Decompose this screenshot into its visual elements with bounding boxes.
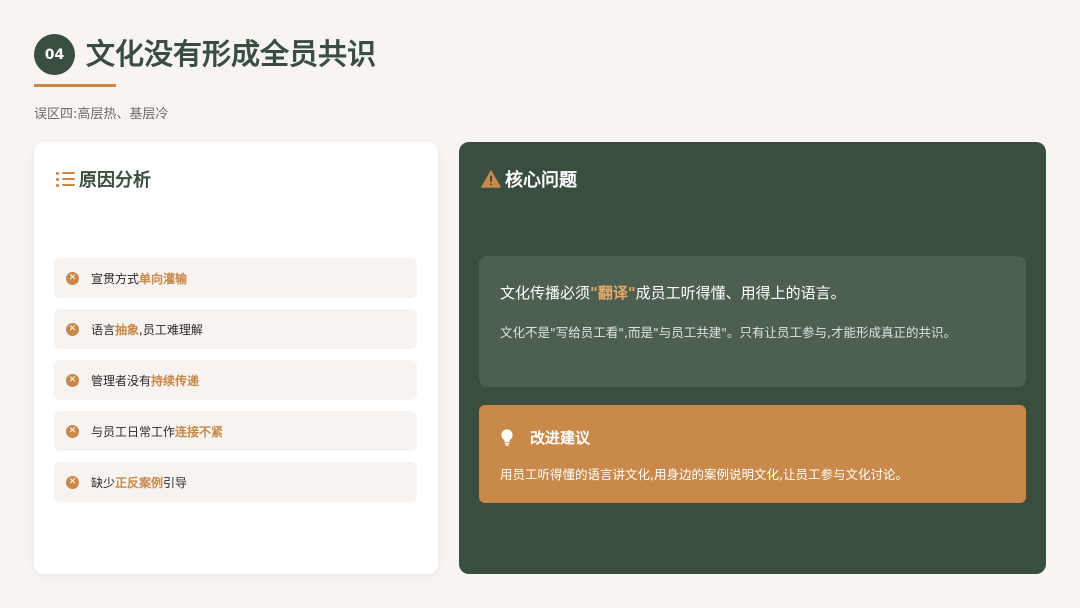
reason-text: 与员工日常工作连接不紧 [91,424,224,439]
list-icon [56,171,76,187]
close-circle-icon: ✕ [66,475,79,489]
title-underline [34,84,116,87]
list-item: ✕ 缺少正反案例引导 [54,462,417,502]
reason-list: ✕ 宣贯方式单向灌输 ✕ 语言抽象,员工难理解 ✕ 管理者没有持续传递 ✕ 与员… [54,258,417,513]
core-issue-header: 核心问题 [481,166,577,192]
page-subtitle: 误区四:高层热、基层冷 [34,107,169,122]
list-item: ✕ 与员工日常工作连接不紧 [54,411,417,451]
reason-analysis-header: 原因分析 [56,166,151,192]
close-circle-icon: ✕ [66,373,79,387]
suggestion-box: 改进建议 用员工听得懂的语言讲文化,用身边的案例说明文化,让员工参与文化讨论。 [479,405,1026,503]
close-circle-icon: ✕ [66,271,79,285]
core-statement: 文化传播必须"翻译"成员工听得懂、用得上的语言。 [500,284,846,302]
reason-text: 缺少正反案例引导 [91,475,188,490]
reason-text: 语言抽象,员工难理解 [91,322,203,337]
page-title: 文化没有形成全员共识 [86,37,377,71]
reason-analysis-card: 原因分析 ✕ 宣贯方式单向灌输 ✕ 语言抽象,员工难理解 ✕ 管理者没有持续传递… [34,142,438,574]
core-description: 文化不是"写给员工看",而是"与员工共建"。只有让员工参与,才能形成真正的共识。 [500,325,956,340]
list-item: ✕ 语言抽象,员工难理解 [54,309,417,349]
lightbulb-icon [501,429,513,446]
reason-text: 管理者没有持续传递 [91,373,200,388]
reason-analysis-title: 原因分析 [79,170,151,191]
core-issue-card: 核心问题 文化传播必须"翻译"成员工听得懂、用得上的语言。 文化不是"写给员工看… [459,142,1046,574]
list-item: ✕ 管理者没有持续传递 [54,360,417,400]
core-issue-title: 核心问题 [505,170,577,191]
close-circle-icon: ✕ [66,322,79,336]
suggestion-header: 改进建议 [500,427,590,448]
warning-icon [481,170,501,188]
core-statement-box: 文化传播必须"翻译"成员工听得懂、用得上的语言。 文化不是"写给员工看",而是"… [479,256,1026,387]
section-number-badge: 04 [34,34,75,75]
suggestion-title: 改进建议 [530,429,591,447]
reason-text: 宣贯方式单向灌输 [91,271,188,286]
list-item: ✕ 宣贯方式单向灌输 [54,258,417,298]
suggestion-text: 用员工听得懂的语言讲文化,用身边的案例说明文化,让员工参与文化讨论。 [500,467,908,482]
close-circle-icon: ✕ [66,424,79,438]
